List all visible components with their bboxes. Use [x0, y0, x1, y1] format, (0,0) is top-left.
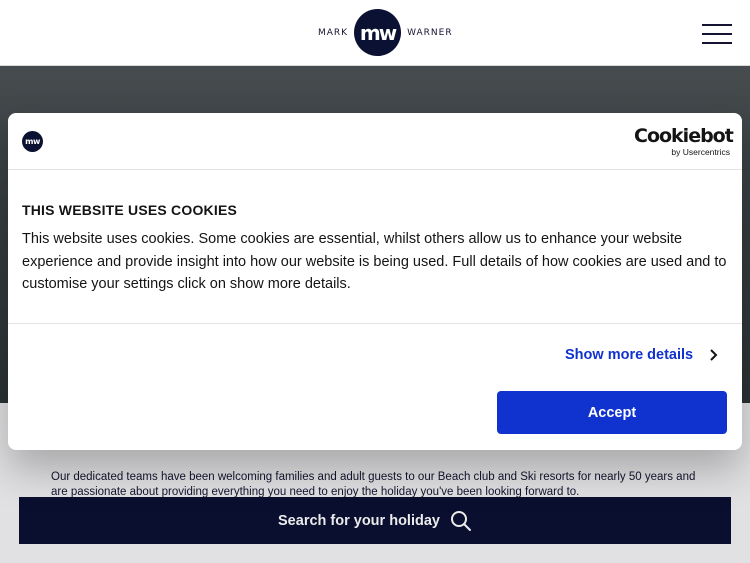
cookiebot-logo: Cookiebot by Usercentrics [634, 125, 734, 157]
dialog-divider [8, 323, 742, 324]
cookie-consent-dialog: mw Cookiebot by Usercentrics THIS WEBSIT… [8, 113, 742, 450]
menu-line [702, 42, 732, 44]
chevron-right-icon [710, 349, 718, 361]
dialog-body: This website uses cookies. Some cookies … [22, 231, 727, 292]
show-more-label: Show more details [565, 347, 694, 363]
cookiebot-sub: by Usercentrics [671, 147, 730, 157]
show-more-details-link[interactable]: Show more details [565, 347, 719, 363]
site-header: MARK mw WARNER [0, 0, 750, 66]
logo-word-left: MARK [318, 27, 349, 38]
dialog-title: THIS WEBSITE USES COOKIES [22, 202, 238, 218]
cookiebot-name: Cookiebot [634, 125, 734, 147]
hamburger-menu-icon[interactable] [702, 24, 732, 46]
mark-warner-logo[interactable]: MARK mw WARNER [318, 9, 453, 56]
logo-mark: mw [354, 9, 402, 56]
dialog-divider [8, 169, 742, 170]
accept-button[interactable]: Accept [497, 391, 727, 434]
menu-line [702, 33, 732, 35]
menu-line [702, 24, 732, 26]
dialog-logo: mw [22, 131, 43, 152]
logo-word-right: WARNER [407, 27, 453, 38]
